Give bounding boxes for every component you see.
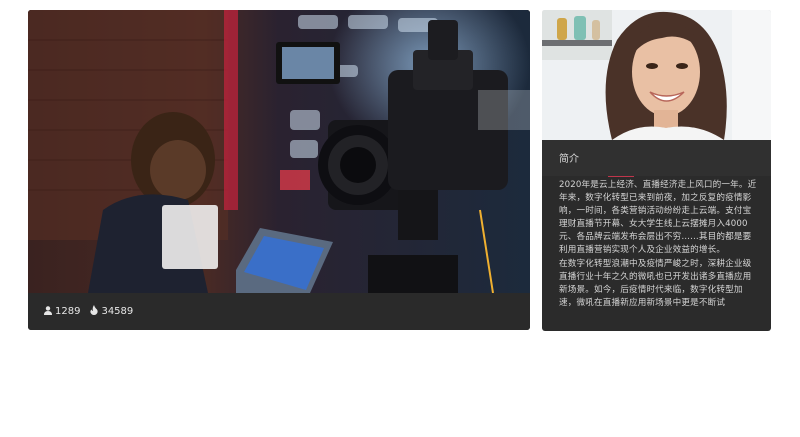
heat-count-value: 34589	[101, 306, 134, 317]
video-stats-bar: 1289 34589	[28, 293, 530, 330]
profile-tabs: 简介	[542, 140, 771, 177]
tab-intro[interactable]: 简介	[559, 150, 579, 165]
intro-text: 2020年是云上经济、直播经济走上风口的一年。近年来，数字化转型已来到前夜，加之…	[559, 179, 757, 325]
flame-icon	[90, 305, 101, 318]
user-icon	[44, 305, 55, 318]
tab-active-indicator	[608, 176, 634, 177]
heat-count: 34589	[90, 305, 133, 318]
viewer-count-value: 1289	[55, 306, 81, 317]
video-thumbnail[interactable]	[28, 10, 530, 293]
video-card[interactable]: 1289 34589	[28, 10, 530, 330]
host-photo	[542, 10, 771, 140]
profile-card: 简介 2020年是云上经济、直播经济走上风口的一年。近年来，数字化转型已来到前夜…	[542, 10, 771, 331]
viewer-count: 1289	[44, 305, 81, 318]
intro-paragraph-2: 在数字化转型浪潮中及疫情严峻之时，深耕企业级直播行业十年之久的微吼也已开发出诸多…	[559, 258, 752, 308]
intro-paragraph-1: 2020年是云上经济、直播经济走上风口的一年。近年来，数字化转型已来到前夜，加之…	[559, 180, 757, 256]
